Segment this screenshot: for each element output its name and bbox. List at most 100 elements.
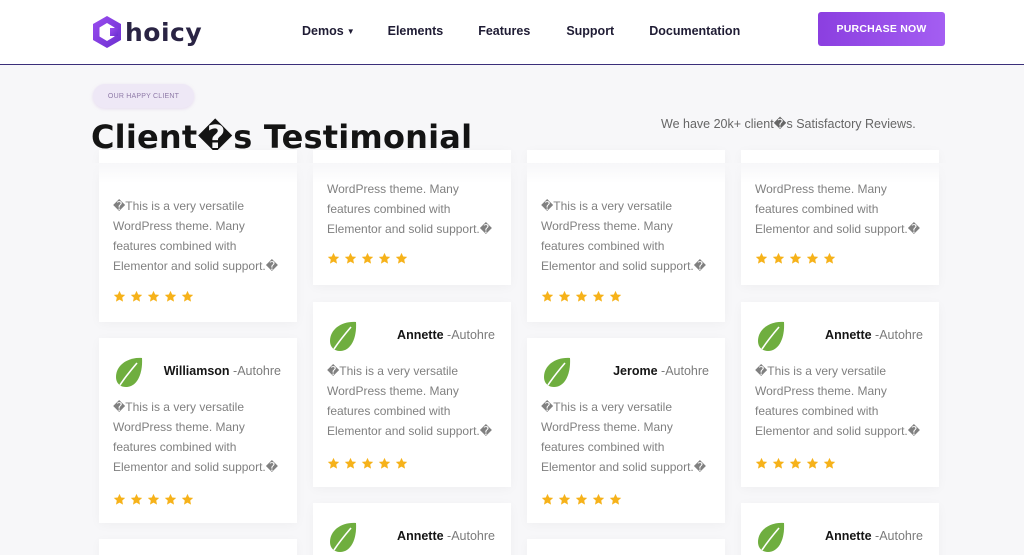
star-icon bbox=[327, 457, 340, 469]
logo-icon bbox=[93, 16, 121, 48]
author-name: Annette bbox=[397, 328, 444, 342]
testimonial-line: features combined with bbox=[113, 239, 237, 253]
author-name: Jerome bbox=[613, 364, 658, 378]
testimonial-text: �This is a very versatile WordPress theme… bbox=[113, 196, 291, 276]
nav-item-demos[interactable]: Demos ▼ bbox=[302, 24, 355, 38]
author-name: Annette bbox=[825, 328, 872, 342]
testimonial-line: Elementor and solid support.� bbox=[755, 424, 921, 438]
testimonial-author: Williamson -Autohre bbox=[164, 364, 281, 378]
testimonial-card: Annette -Autohre bbox=[741, 503, 939, 555]
star-icon bbox=[575, 493, 588, 505]
testimonial-line: �This is a very versatile bbox=[755, 364, 887, 378]
testimonial-header: Annette -Autohre bbox=[755, 316, 930, 356]
star-icon bbox=[147, 493, 160, 505]
star-icon bbox=[395, 457, 408, 469]
testimonial-card bbox=[527, 539, 725, 555]
star-rating bbox=[541, 290, 626, 304]
star-icon bbox=[609, 493, 622, 505]
testimonial-card: Williamson -Autohre �This is a very versa… bbox=[99, 338, 297, 523]
nav-item-features[interactable]: Features bbox=[478, 24, 530, 38]
star-icon bbox=[344, 252, 357, 264]
star-icon bbox=[823, 252, 836, 264]
star-icon bbox=[113, 290, 126, 302]
leaf-avatar-icon bbox=[116, 357, 143, 387]
testimonial-card: Annette -Autohre bbox=[313, 503, 511, 555]
star-icon bbox=[755, 457, 768, 469]
testimonial-card: WordPress theme. Many features combined w… bbox=[741, 150, 939, 285]
star-icon bbox=[130, 290, 143, 302]
testimonial-line: features combined with bbox=[327, 202, 451, 216]
testimonial-line: features combined with bbox=[327, 404, 451, 418]
logo-text: hoicy bbox=[125, 17, 203, 47]
testimonial-line: WordPress theme. Many bbox=[327, 384, 459, 398]
leaf-avatar-icon bbox=[330, 522, 357, 552]
testimonial-header: Annette -Autohre bbox=[755, 517, 930, 555]
testimonial-text: �This is a very versatile WordPress theme… bbox=[327, 361, 505, 441]
star-rating bbox=[755, 252, 840, 266]
testimonial-header: Annette -Autohre bbox=[327, 517, 502, 555]
testimonial-line: WordPress theme. Many bbox=[113, 420, 245, 434]
author-role: -Autohre bbox=[443, 529, 495, 543]
testimonial-line: WordPress theme. Many bbox=[541, 219, 673, 233]
star-icon bbox=[378, 457, 391, 469]
section-badge: OUR HAPPY CLIENT bbox=[93, 84, 194, 108]
star-rating bbox=[327, 457, 412, 471]
leaf-avatar-icon bbox=[544, 357, 571, 387]
chevron-down-icon: ▼ bbox=[346, 27, 355, 36]
testimonial-card: WordPress theme. Many features combined w… bbox=[313, 150, 511, 285]
star-icon bbox=[772, 457, 785, 469]
testimonial-card: �This is a very versatile WordPress theme… bbox=[527, 150, 725, 322]
testimonial-card: �This is a very versatile WordPress theme… bbox=[99, 150, 297, 322]
star-icon bbox=[806, 252, 819, 264]
testimonial-line: �This is a very versatile bbox=[113, 199, 245, 213]
star-icon bbox=[181, 290, 194, 302]
testimonial-line: features combined with bbox=[113, 440, 237, 454]
star-icon bbox=[592, 290, 605, 302]
star-icon bbox=[181, 493, 194, 505]
star-rating bbox=[327, 252, 412, 266]
testimonial-line: Elementor and solid support.� bbox=[113, 460, 279, 474]
star-icon bbox=[755, 252, 768, 264]
testimonial-line: Elementor and solid support.� bbox=[541, 460, 707, 474]
nav-item-documentation[interactable]: Documentation bbox=[649, 24, 740, 38]
star-rating bbox=[755, 457, 840, 471]
testimonial-text: �This is a very versatile WordPress theme… bbox=[755, 361, 933, 441]
author-name: Annette bbox=[825, 529, 872, 543]
testimonial-line: �This is a very versatile bbox=[113, 400, 245, 414]
purchase-now-button[interactable]: PURCHASE NOW bbox=[818, 12, 945, 46]
nav-item-support[interactable]: Support bbox=[566, 24, 614, 38]
author-role: -Autohre bbox=[443, 328, 495, 342]
star-rating bbox=[113, 290, 198, 304]
testimonial-author: Annette -Autohre bbox=[397, 529, 495, 543]
star-icon bbox=[592, 493, 605, 505]
author-role: -Autohre bbox=[871, 529, 923, 543]
testimonial-text: �This is a very versatile WordPress theme… bbox=[541, 397, 719, 477]
testimonial-author: Jerome -Autohre bbox=[613, 364, 709, 378]
star-icon bbox=[789, 252, 802, 264]
testimonial-line: �This is a very versatile bbox=[327, 364, 459, 378]
author-name: Williamson bbox=[163, 364, 230, 378]
testimonial-author: Annette -Autohre bbox=[397, 328, 495, 342]
star-icon bbox=[558, 493, 571, 505]
star-icon bbox=[395, 252, 408, 264]
author-role: -Autohre bbox=[657, 364, 709, 378]
author-role: -Autohre bbox=[871, 328, 923, 342]
testimonial-line: Elementor and solid support.� bbox=[113, 259, 279, 273]
nav-item-elements[interactable]: Elements bbox=[388, 24, 444, 38]
testimonial-text: WordPress theme. Many features combined w… bbox=[327, 179, 505, 239]
testimonial-text: WordPress theme. Many features combined w… bbox=[755, 179, 933, 239]
star-icon bbox=[113, 493, 126, 505]
star-icon bbox=[772, 252, 785, 264]
star-icon bbox=[575, 290, 588, 302]
leaf-avatar-icon bbox=[758, 321, 785, 351]
testimonial-text: �This is a very versatile WordPress theme… bbox=[541, 196, 719, 276]
star-icon bbox=[609, 290, 622, 302]
testimonial-line: WordPress theme. Many bbox=[327, 182, 459, 196]
testimonial-line: features combined with bbox=[541, 440, 665, 454]
logo[interactable]: hoicy bbox=[90, 14, 202, 50]
author-name: Annette bbox=[397, 529, 444, 543]
testimonial-card: Jerome -Autohre �This is a very versatile… bbox=[527, 338, 725, 523]
star-rating bbox=[113, 493, 198, 507]
testimonial-card bbox=[99, 539, 297, 555]
testimonial-line: WordPress theme. Many bbox=[755, 182, 887, 196]
